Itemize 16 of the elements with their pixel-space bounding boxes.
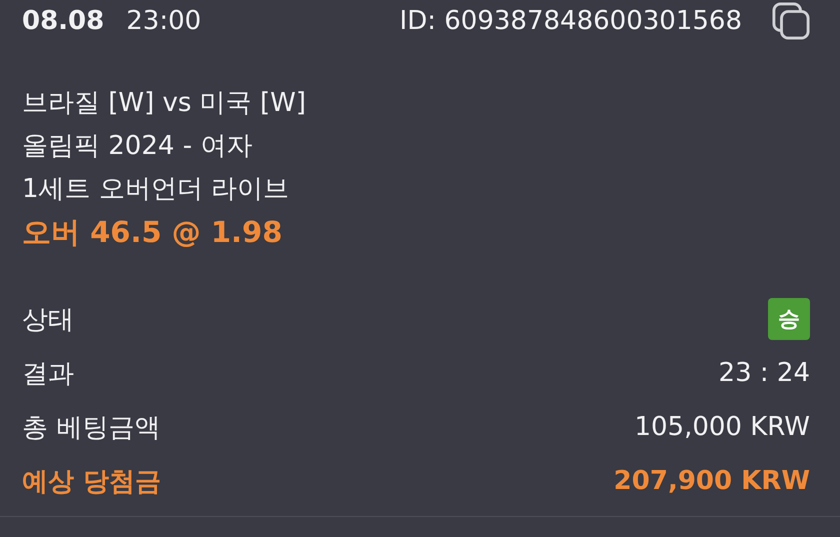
copy-icon[interactable] <box>772 2 810 40</box>
bet-time: 23:00 <box>126 6 202 36</box>
row-label: 예상 당첨금 <box>22 466 162 498</box>
status-badge: 승 <box>768 298 810 340</box>
row-label: 총 베팅금액 <box>22 412 160 444</box>
row-label: 상태 <box>22 304 74 336</box>
bet-id: ID: 609387848600301568 <box>400 6 742 36</box>
league-name: 올림픽 2024 - 여자 <box>22 130 254 163</box>
row-value: 207,900 KRW <box>614 466 810 496</box>
row-value: 23 : 24 <box>718 358 810 388</box>
match-name: 브라질 [W] vs 미국 [W] <box>22 87 307 120</box>
bet-date: 08.08 <box>22 6 104 36</box>
market-name: 1세트 오버언더 라이브 <box>22 173 290 206</box>
bet-pick: 오버 46.5 @ 1.98 <box>22 214 284 251</box>
row-label: 결과 <box>22 358 74 390</box>
row-value: 105,000 KRW <box>634 412 810 442</box>
